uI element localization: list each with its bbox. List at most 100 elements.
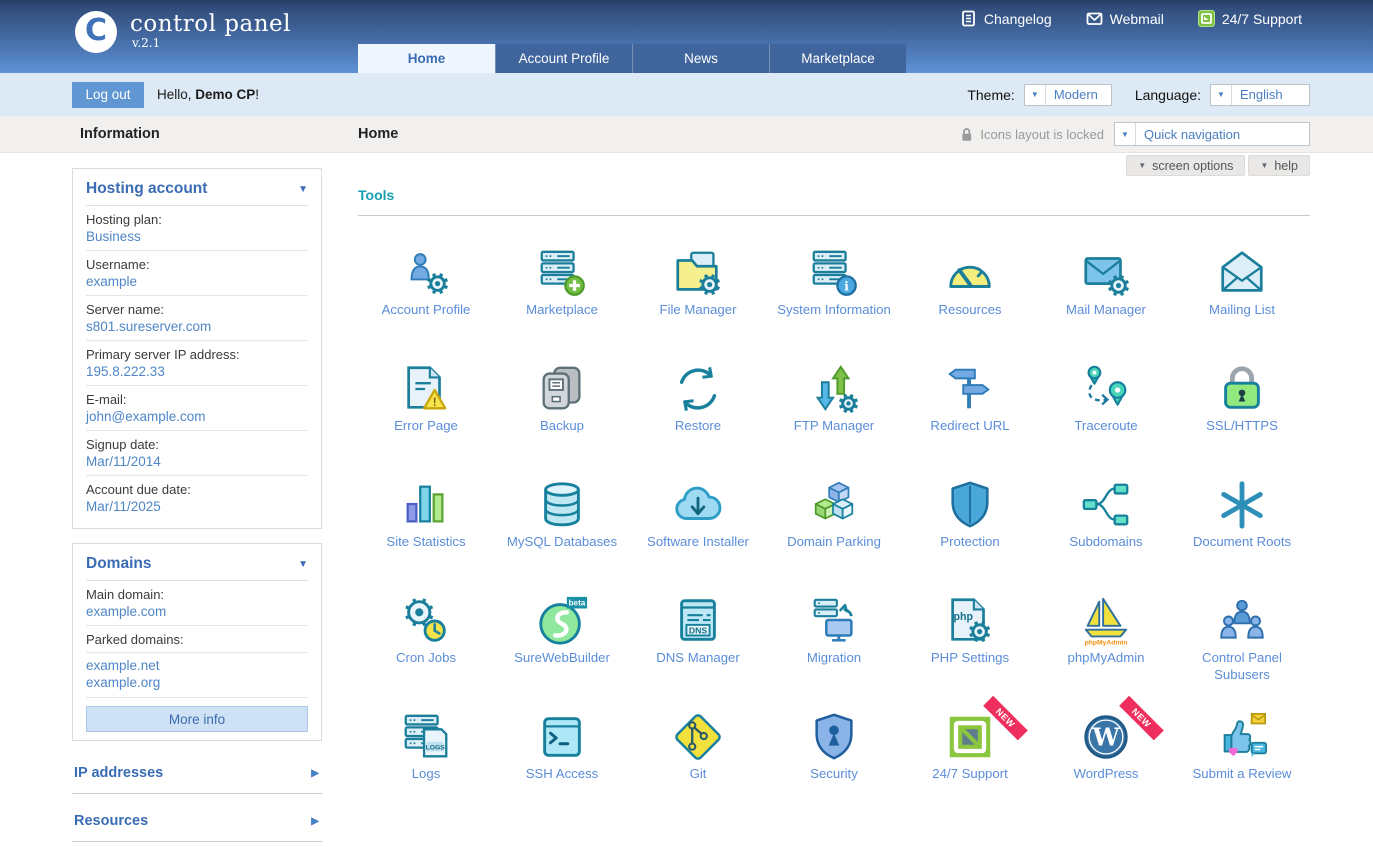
tool-phpmyadmin[interactable]: phpMyAdminphpMyAdmin: [1038, 594, 1174, 710]
sidebar-heading: Information: [80, 126, 160, 142]
cron-jobs-icon: [399, 594, 453, 648]
field-value[interactable]: Business: [86, 227, 308, 251]
tool-git[interactable]: Git: [630, 710, 766, 826]
user-bar: Log out Hello, Demo CP! Theme: ▼ Modern …: [0, 73, 1373, 116]
sidebar-section-resources[interactable]: Resources▶: [72, 803, 322, 842]
tool-site-statistics[interactable]: Site Statistics: [358, 478, 494, 594]
tool-php-settings[interactable]: phpPHP Settings: [902, 594, 1038, 710]
tool-mysql-databases[interactable]: MySQL Databases: [494, 478, 630, 594]
svg-text:DNS: DNS: [689, 626, 708, 636]
tools-grid: Account Profile MarketplaceFile Manager …: [358, 246, 1310, 826]
screen-options-button[interactable]: ▼screen options: [1126, 155, 1245, 176]
tool-surewebbuilder[interactable]: betaSureWebBuilder: [494, 594, 630, 710]
tool-label: SSH Access: [502, 766, 622, 783]
tab-marketplace[interactable]: Marketplace: [769, 44, 906, 73]
tool-label: Restore: [638, 418, 758, 435]
tool-backup[interactable]: Backup: [494, 362, 630, 478]
redirect-url-icon: [943, 362, 997, 416]
tool-domain-parking[interactable]: Domain Parking: [766, 478, 902, 594]
svg-text:phpMyAdmin: phpMyAdmin: [1085, 640, 1128, 647]
greeting-suffix: !: [255, 87, 259, 102]
ssl-https-icon: [1215, 362, 1269, 416]
main-domain-value[interactable]: example.com: [86, 602, 308, 626]
tool-subusers[interactable]: Control Panel Subusers: [1174, 594, 1310, 710]
quick-navigation-select[interactable]: ▼ Quick navigation: [1114, 122, 1310, 146]
tool-account-profile[interactable]: Account Profile: [358, 246, 494, 362]
field-value[interactable]: Mar/11/2014: [86, 452, 308, 476]
tool-support-247[interactable]: NEW24/7 Support: [902, 710, 1038, 826]
tool-ftp-manager[interactable]: FTP Manager: [766, 362, 902, 478]
hosting-account-header[interactable]: Hosting account ▼: [86, 175, 308, 206]
field-value[interactable]: 195.8.222.33: [86, 362, 308, 386]
tool-label: PHP Settings: [910, 650, 1030, 667]
field-label: Signup date:: [86, 431, 308, 452]
chevron-down-icon[interactable]: ▼: [1211, 85, 1232, 105]
tool-restore[interactable]: Restore: [630, 362, 766, 478]
field-value[interactable]: john@example.com: [86, 407, 308, 431]
hosting-field: Signup date:Mar/11/2014: [86, 431, 308, 476]
tool-cron-jobs[interactable]: Cron Jobs: [358, 594, 494, 710]
tool-mailing-list[interactable]: Mailing List: [1174, 246, 1310, 362]
chevron-down-icon[interactable]: ▼: [1115, 123, 1136, 145]
tool-label: Subdomains: [1046, 534, 1166, 551]
tool-label: Mail Manager: [1046, 302, 1166, 319]
parked-domain-value[interactable]: example.net: [86, 657, 308, 674]
tool-subdomains[interactable]: Subdomains: [1038, 478, 1174, 594]
lock-icon: [959, 126, 974, 143]
theme-select[interactable]: ▼ Modern: [1024, 84, 1112, 106]
chevron-down-icon[interactable]: ▼: [1025, 85, 1046, 105]
tool-protection[interactable]: Protection: [902, 478, 1038, 594]
field-value[interactable]: s801.sureserver.com: [86, 317, 308, 341]
tool-error-page[interactable]: !Error Page: [358, 362, 494, 478]
svg-text:beta: beta: [569, 599, 586, 608]
tab-account-profile[interactable]: Account Profile: [495, 44, 632, 73]
tool-dns-manager[interactable]: DNSDNS Manager: [630, 594, 766, 710]
tool-traceroute[interactable]: Traceroute: [1038, 362, 1174, 478]
mysql-databases-icon: [535, 478, 589, 532]
tool-document-roots[interactable]: Document Roots: [1174, 478, 1310, 594]
tab-home[interactable]: Home: [358, 44, 495, 73]
tool-software-installer[interactable]: Software Installer: [630, 478, 766, 594]
account-profile-icon: [399, 246, 453, 300]
sidebar-section-ip-addresses[interactable]: IP addresses▶: [72, 755, 322, 794]
logs-icon: LOGS: [399, 710, 453, 764]
tool-resources[interactable]: Resources: [902, 246, 1038, 362]
tool-logs[interactable]: LOGSLogs: [358, 710, 494, 826]
tool-label: Protection: [910, 534, 1030, 551]
tool-label: Backup: [502, 418, 622, 435]
main-domain-field: Main domain: example.com: [86, 581, 308, 626]
tool-redirect-url[interactable]: Redirect URL: [902, 362, 1038, 478]
tool-mail-manager[interactable]: Mail Manager: [1038, 246, 1174, 362]
tool-label: Control Panel Subusers: [1182, 650, 1302, 683]
field-value[interactable]: example: [86, 272, 308, 296]
help-button[interactable]: ▼ help: [1248, 155, 1310, 176]
tool-marketplace[interactable]: Marketplace: [494, 246, 630, 362]
logout-button[interactable]: Log out: [72, 82, 144, 108]
domains-panel: Domains ▼ Main domain: example.com Parke…: [72, 543, 322, 741]
tool-system-information[interactable]: iSystem Information: [766, 246, 902, 362]
chevron-down-icon: ▼: [1260, 161, 1268, 170]
tool-ssl-https[interactable]: SSL/HTTPS: [1174, 362, 1310, 478]
parked-domain-value[interactable]: example.org: [86, 674, 308, 691]
help-label: help: [1274, 159, 1298, 173]
tool-security[interactable]: Security: [766, 710, 902, 826]
tab-news[interactable]: News: [632, 44, 769, 73]
tools-divider: [358, 215, 1310, 216]
tool-label: Error Page: [366, 418, 486, 435]
field-value[interactable]: Mar/11/2025: [86, 497, 308, 520]
header-link-24-7-support[interactable]: 24/7 Support: [1198, 10, 1302, 27]
tool-wordpress[interactable]: WNEWWordPress: [1038, 710, 1174, 826]
domains-header[interactable]: Domains ▼: [86, 550, 308, 581]
tool-ssh-access[interactable]: SSH Access: [494, 710, 630, 826]
mailing-list-icon: [1215, 246, 1269, 300]
header-link-webmail[interactable]: Webmail: [1086, 10, 1164, 27]
header-link-changelog[interactable]: Changelog: [960, 10, 1052, 27]
tool-submit-review[interactable]: Submit a Review: [1174, 710, 1310, 826]
migration-icon: [807, 594, 861, 648]
main-tabs: HomeAccount ProfileNewsMarketplace: [358, 44, 906, 73]
tool-migration[interactable]: Migration: [766, 594, 902, 710]
header: C control panel v.2.1 ChangelogWebmail24…: [0, 0, 1373, 73]
tool-file-manager[interactable]: File Manager: [630, 246, 766, 362]
more-info-button[interactable]: More info: [86, 706, 308, 732]
language-select[interactable]: ▼ English: [1210, 84, 1310, 106]
